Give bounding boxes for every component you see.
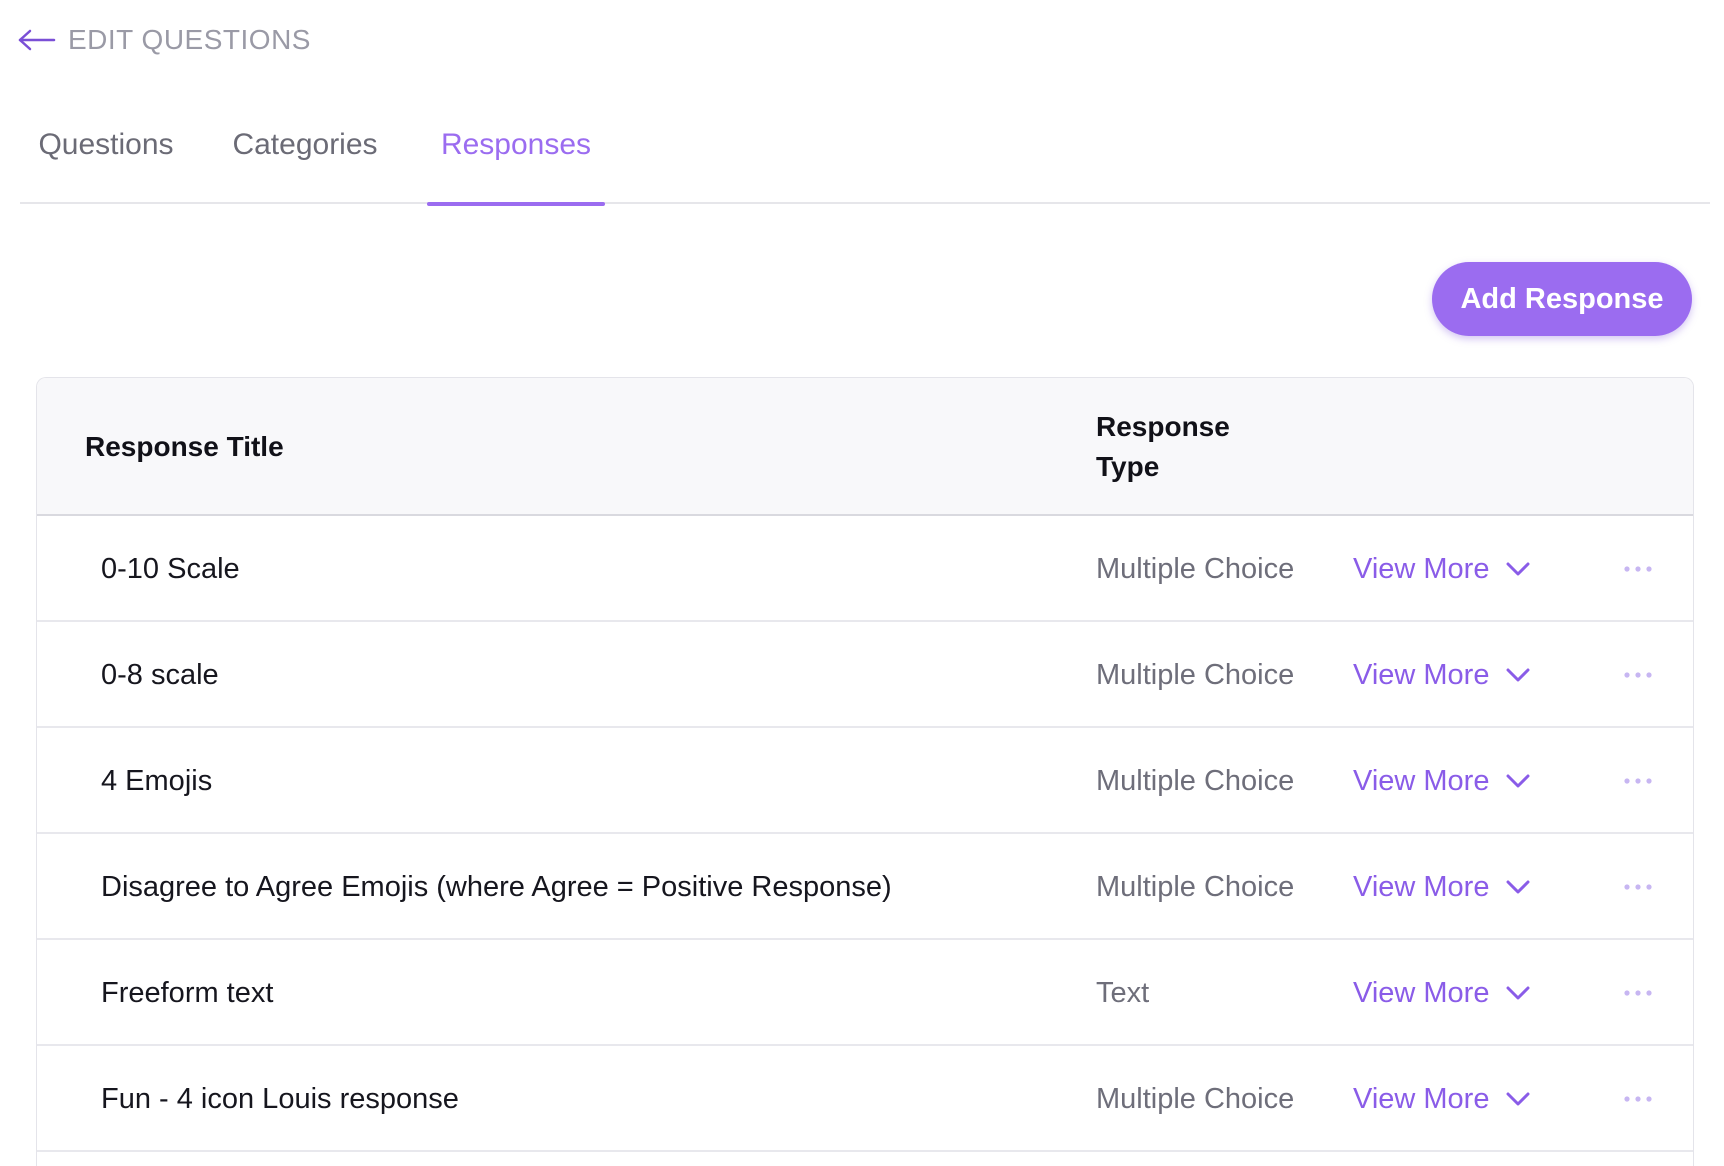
view-more-link[interactable]: View More	[1353, 728, 1531, 834]
response-title: 0-8 scale	[101, 659, 219, 691]
response-type: Multiple Choice	[1096, 765, 1295, 797]
table-row: Fun - 4 icon Louis response Multiple Choi…	[37, 1046, 1693, 1152]
tab-bar: Questions Categories Responses	[20, 108, 1710, 206]
table-header: Response Title Response Type	[37, 378, 1693, 516]
table-row: Freeform text Text View More	[37, 940, 1693, 1046]
tab-categories[interactable]: Categories	[230, 108, 380, 204]
view-more-label: View More	[1353, 553, 1490, 585]
page-title: EDIT QUESTIONS	[68, 24, 311, 55]
response-type: Multiple Choice	[1096, 553, 1295, 585]
response-type: Text	[1096, 977, 1150, 1009]
view-more-label: View More	[1353, 871, 1490, 903]
arrow-left-icon[interactable]	[18, 28, 56, 52]
active-tab-indicator	[427, 202, 605, 206]
response-type: Multiple Choice	[1096, 659, 1295, 691]
response-type: Multiple Choice	[1096, 1083, 1295, 1115]
column-header-title: Response Title	[85, 431, 284, 462]
response-type: Multiple Choice	[1096, 871, 1295, 903]
view-more-label: View More	[1353, 765, 1490, 797]
view-more-link[interactable]: View More	[1353, 1046, 1531, 1152]
chevron-down-icon	[1506, 774, 1530, 788]
chevron-down-icon	[1506, 880, 1530, 894]
response-title: Fun - 4 icon Louis response	[101, 1083, 459, 1115]
table-row: 0-10 Scale Multiple Choice View More	[37, 516, 1693, 622]
tab-questions[interactable]: Questions	[36, 108, 176, 204]
add-response-button[interactable]: Add Response	[1432, 262, 1692, 336]
response-title: Disagree to Agree Emojis (where Agree = …	[101, 871, 892, 903]
view-more-link[interactable]: View More	[1353, 940, 1531, 1046]
chevron-down-icon	[1506, 668, 1530, 682]
more-horizontal-icon[interactable]	[1623, 773, 1653, 789]
response-title: Freeform text	[101, 977, 274, 1009]
response-title: 0-10 Scale	[101, 553, 240, 585]
more-horizontal-icon[interactable]	[1623, 1091, 1653, 1107]
chevron-down-icon	[1506, 986, 1530, 1000]
view-more-link[interactable]: View More	[1353, 622, 1531, 728]
view-more-link[interactable]: View More	[1353, 516, 1531, 622]
table-row: 4 Emojis Multiple Choice View More	[37, 728, 1693, 834]
more-horizontal-icon[interactable]	[1623, 879, 1653, 895]
view-more-label: View More	[1353, 1083, 1490, 1115]
more-horizontal-icon[interactable]	[1623, 561, 1653, 577]
chevron-down-icon	[1506, 562, 1530, 576]
tab-label: Questions	[38, 128, 174, 161]
tab-label: Categories	[232, 128, 378, 161]
column-header-type: Response Type	[1096, 411, 1230, 482]
chevron-down-icon	[1506, 1092, 1530, 1106]
tab-responses[interactable]: Responses	[427, 108, 605, 206]
tab-label: Responses	[440, 128, 592, 161]
more-horizontal-icon[interactable]	[1623, 667, 1653, 683]
response-title: 4 Emojis	[101, 765, 213, 797]
table-row: 0-8 scale Multiple Choice View More	[37, 622, 1693, 728]
page-header: EDIT QUESTIONS	[18, 18, 311, 62]
responses-table: Response Title Response Type 0-10 Scale M…	[36, 377, 1694, 1166]
view-more-label: View More	[1353, 659, 1490, 691]
view-more-link[interactable]: View More	[1353, 834, 1531, 940]
table-row: Disagree to Agree Emojis (where Agree = …	[37, 834, 1693, 940]
more-horizontal-icon[interactable]	[1623, 985, 1653, 1001]
view-more-label: View More	[1353, 977, 1490, 1009]
